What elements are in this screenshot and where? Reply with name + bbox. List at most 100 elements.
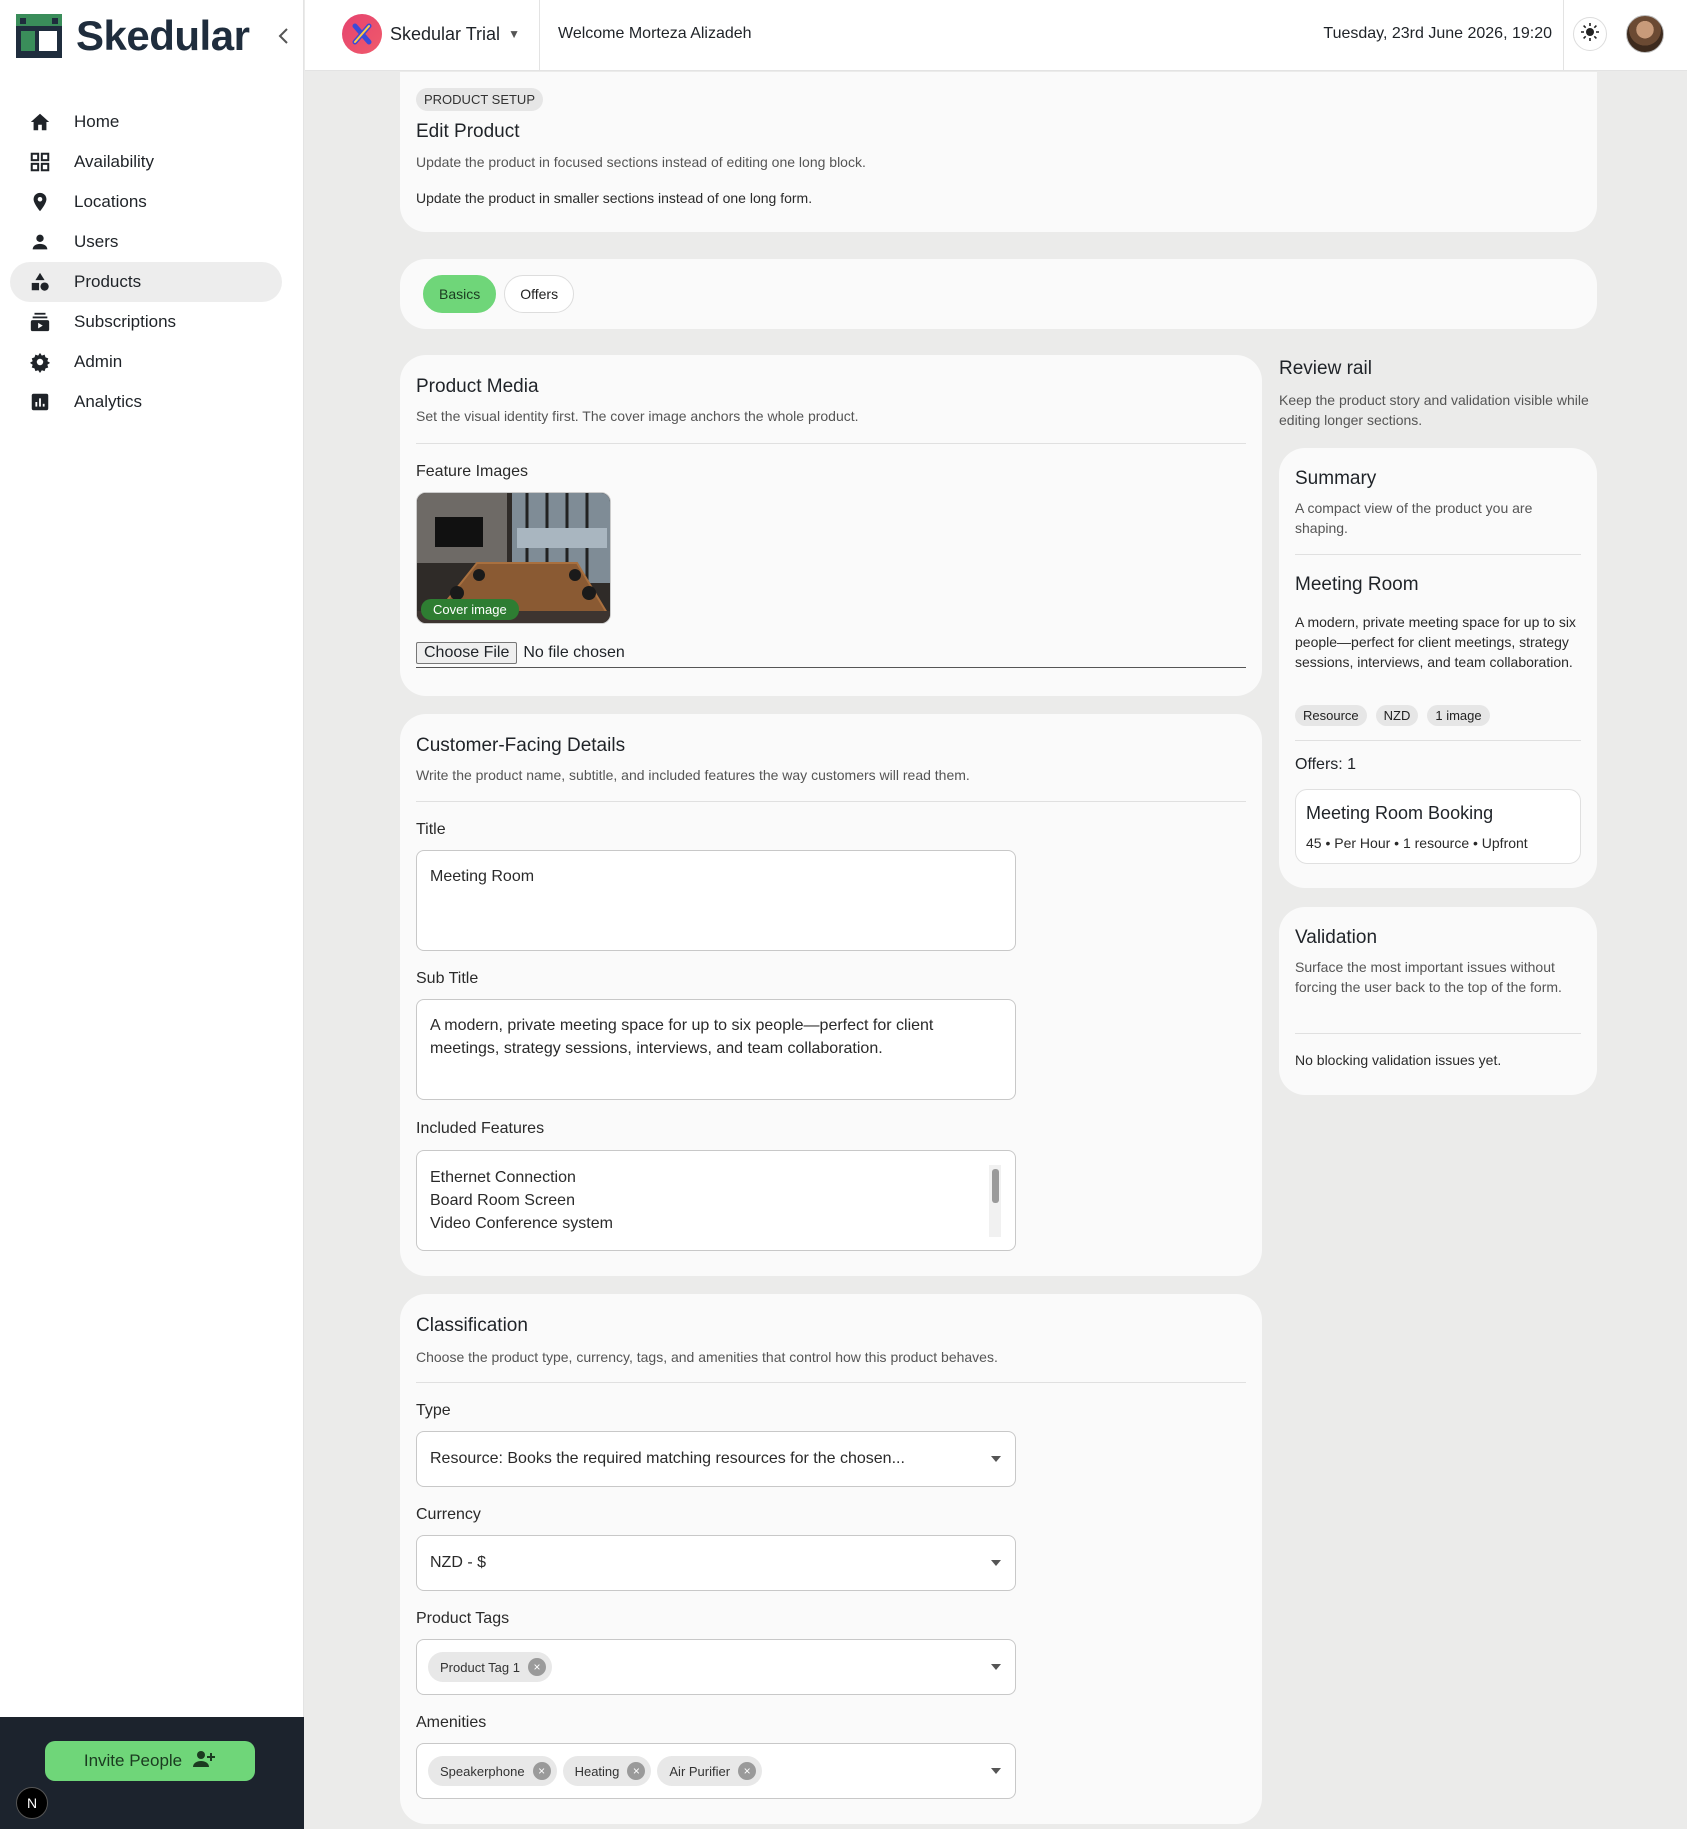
customer-details-card: Customer-Facing Details Write the produc… <box>400 714 1262 1276</box>
amenity-chip: Speakerphone × <box>428 1756 557 1786</box>
sidebar-item-label: Availability <box>74 152 155 171</box>
validation-card: Validation Surface the most important is… <box>1279 907 1597 1095</box>
sidebar-item-products[interactable]: Products <box>10 262 282 302</box>
cover-image-thumbnail[interactable]: Cover image <box>416 492 611 624</box>
sidebar-item-home[interactable]: Home <box>10 102 282 142</box>
title-label: Title <box>416 821 446 838</box>
feature-line: Ethernet Connection <box>430 1169 576 1186</box>
divider <box>416 443 1246 444</box>
offer-meta: 45 • Per Hour • 1 resource • Upfront <box>1306 835 1528 851</box>
file-input: Choose File No file chosen <box>416 642 1246 668</box>
currency-select[interactable]: NZD - $ <box>416 1535 1016 1591</box>
product-media-card: Product Media Set the visual identity fi… <box>400 355 1262 696</box>
subscriptions-icon <box>28 310 52 334</box>
header-divider <box>539 0 540 70</box>
sidebar-item-subscriptions[interactable]: Subscriptions <box>10 302 282 342</box>
subtitle-label: Sub Title <box>416 970 479 987</box>
org-name: Skedular Trial <box>390 23 501 44</box>
sidebar-item-locations[interactable]: Locations <box>10 182 282 222</box>
theme-toggle-button[interactable] <box>1573 17 1607 51</box>
type-label: Type <box>416 1402 451 1419</box>
chevron-down-icon <box>991 1560 1001 1566</box>
feature-line: Video Conference system <box>430 1215 613 1232</box>
amenities-label: Amenities <box>416 1714 487 1731</box>
sun-icon <box>1580 22 1600 47</box>
collapse-sidebar-button[interactable] <box>272 24 296 48</box>
divider <box>1295 740 1581 741</box>
sidebar-item-availability[interactable]: Availability <box>10 142 282 182</box>
chevron-down-icon <box>991 1456 1001 1462</box>
tabs-card: Basics Offers <box>400 259 1597 329</box>
currency-value: NZD - $ <box>430 1554 486 1571</box>
sidebar: Skedular Home Availability Locations Use… <box>0 0 304 1829</box>
offer-summary-card[interactable]: Meeting Room Booking 45 • Per Hour • 1 r… <box>1295 789 1581 864</box>
summary-chips: Resource NZD 1 image <box>1295 705 1499 726</box>
home-icon <box>28 110 52 134</box>
section-subtitle: Set the visual identity first. The cover… <box>416 408 859 424</box>
top-header: Skedular Trial ▼ Welcome Morteza Alizade… <box>305 0 1687 71</box>
scrollbar-thumb[interactable] <box>992 1169 999 1203</box>
product-tags-select[interactable]: Product Tag 1 × <box>416 1639 1016 1695</box>
chevron-down-icon: ▼ <box>508 27 520 41</box>
chevron-down-icon <box>991 1768 1001 1774</box>
section-subtitle: Write the product name, subtitle, and in… <box>416 767 970 783</box>
divider <box>416 1382 1246 1383</box>
offers-count: Offers: 1 <box>1295 756 1357 773</box>
divider <box>416 801 1246 802</box>
classification-card: Classification Choose the product type, … <box>400 1294 1262 1824</box>
sidebar-item-users[interactable]: Users <box>10 222 282 262</box>
sidebar-item-admin[interactable]: Admin <box>10 342 282 382</box>
section-title: Classification <box>416 1315 528 1336</box>
sidebar-item-label: Analytics <box>74 392 143 411</box>
skedular-logo-icon <box>16 14 62 58</box>
org-logo-icon <box>342 14 382 54</box>
avatar[interactable] <box>1626 15 1664 53</box>
product-tag-chip: Product Tag 1 × <box>428 1652 552 1682</box>
product-setup-card: PRODUCT SETUP Edit Product Update the pr… <box>400 72 1597 232</box>
sidebar-item-analytics[interactable]: Analytics <box>10 382 282 422</box>
tag-label: Product Tag 1 <box>440 1659 520 1675</box>
close-icon[interactable]: × <box>627 1762 646 1780</box>
summary-product-description: A modern, private meeting space for up t… <box>1295 614 1576 670</box>
amenity-chip: Air Purifier × <box>657 1756 763 1786</box>
scrollbar-track[interactable] <box>989 1165 1001 1237</box>
brand[interactable]: Skedular <box>16 12 250 60</box>
summary-subtitle: A compact view of the product you are sh… <box>1295 500 1533 536</box>
sidebar-item-label: Users <box>74 232 119 251</box>
header-datetime: Tuesday, 23rd June 2026, 19:20 <box>1323 25 1552 42</box>
invite-people-button[interactable]: Invite People <box>45 1741 255 1781</box>
section-title: Customer-Facing Details <box>416 735 626 756</box>
close-icon[interactable]: × <box>738 1762 757 1780</box>
summary-chip: NZD <box>1375 705 1419 726</box>
product-tags-label: Product Tags <box>416 1610 510 1627</box>
org-switcher[interactable]: Skedular Trial ▼ <box>342 14 520 54</box>
tab-offers[interactable]: Offers <box>504 275 575 313</box>
no-file-text: No file chosen <box>523 644 625 661</box>
choose-file-button[interactable]: Choose File <box>416 642 518 664</box>
amenities-select[interactable]: Speakerphone × Heating × Air Purifier × <box>416 1743 1016 1799</box>
type-select[interactable]: Resource: Books the required matching re… <box>416 1431 1016 1487</box>
grid-icon <box>28 150 52 174</box>
title-input[interactable]: Meeting Room <box>416 850 1016 951</box>
close-icon[interactable]: × <box>532 1762 551 1780</box>
offer-name: Meeting Room Booking <box>1306 803 1494 823</box>
feature-line: Board Room Screen <box>430 1192 575 1209</box>
validation-title: Validation <box>1295 927 1378 948</box>
subtitle-input[interactable]: A modern, private meeting space for up t… <box>416 999 1016 1100</box>
n-badge[interactable]: N <box>16 1787 48 1819</box>
sidebar-footer: Invite People N <box>0 1717 304 1829</box>
page-title: Edit Product <box>416 121 520 142</box>
sidebar-item-label: Subscriptions <box>74 312 177 331</box>
tab-basics[interactable]: Basics <box>423 275 497 313</box>
location-pin-icon <box>28 190 52 214</box>
tag-label: Speakerphone <box>440 1763 525 1779</box>
person-add-icon <box>192 1749 216 1774</box>
close-icon[interactable]: × <box>527 1658 546 1676</box>
analytics-icon <box>28 390 52 414</box>
header-divider <box>1563 0 1564 70</box>
section-subtitle: Choose the product type, currency, tags,… <box>416 1349 998 1365</box>
features-textarea[interactable]: Ethernet Connection Board Room Screen Vi… <box>416 1150 1016 1251</box>
divider <box>1295 554 1581 555</box>
cover-image-badge: Cover image <box>421 599 519 620</box>
feature-images-label: Feature Images <box>416 463 529 480</box>
